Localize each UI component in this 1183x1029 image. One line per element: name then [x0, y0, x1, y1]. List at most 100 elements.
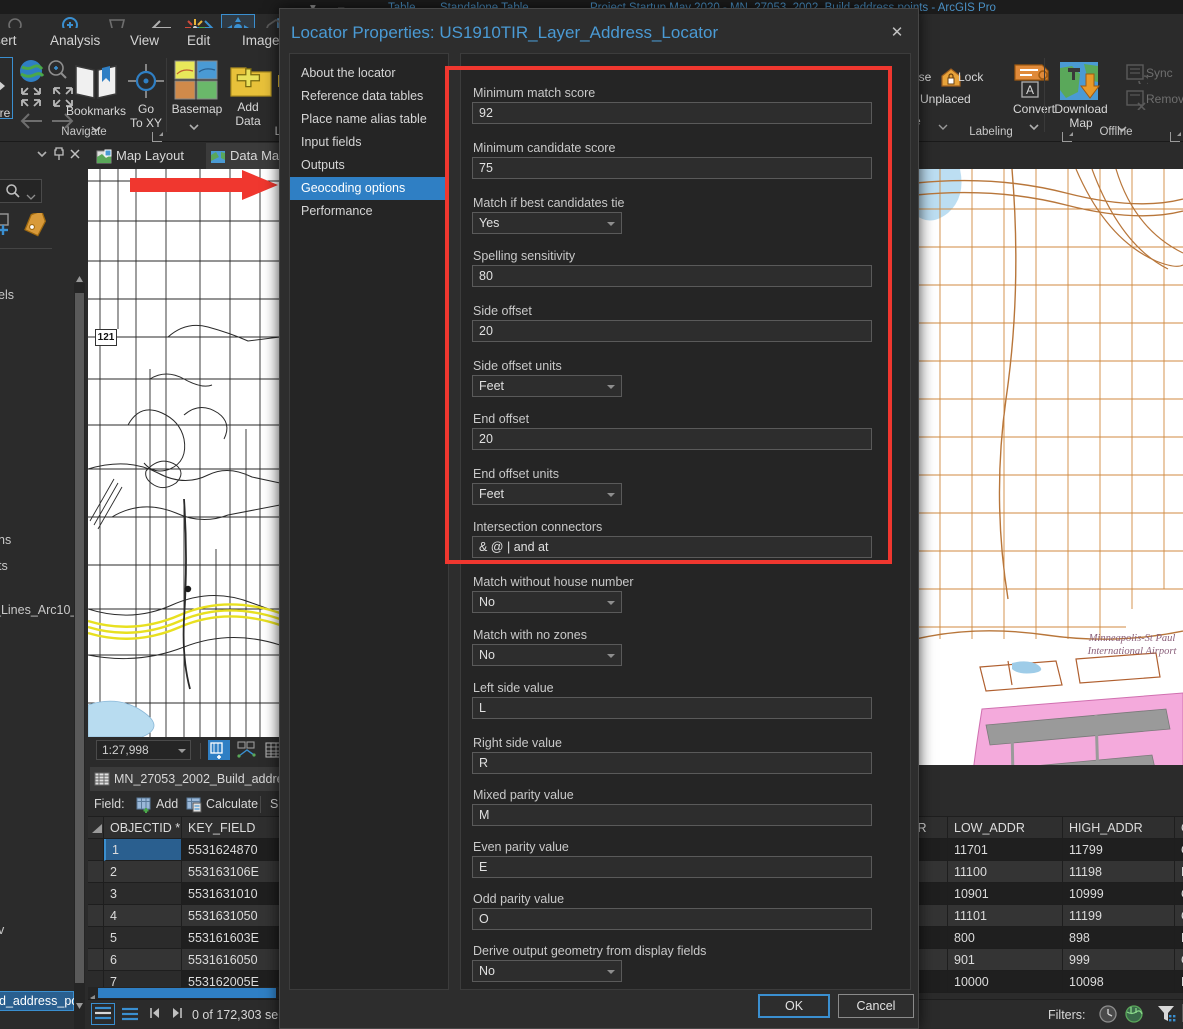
- column-header-key-field[interactable]: KEY_FIELD: [182, 817, 283, 839]
- label-tag-icon[interactable]: [23, 213, 47, 242]
- column-header-low-addr[interactable]: LOW_ADDR: [948, 817, 1063, 839]
- cell-low-addr[interactable]: 10000: [948, 971, 1063, 993]
- input-mixed-parity-value[interactable]: M: [472, 804, 872, 826]
- cell-objectid[interactable]: 2: [104, 861, 182, 883]
- layer-item-1[interactable]: ts: [0, 559, 8, 573]
- chevron-down-icon[interactable]: [607, 385, 615, 389]
- cell-objectid[interactable]: 3: [104, 883, 182, 905]
- chevron-down-icon[interactable]: [607, 601, 615, 605]
- basemap-caret-icon[interactable]: [188, 118, 200, 136]
- navigate-dialog-launcher[interactable]: [152, 132, 162, 142]
- selected-view-icon[interactable]: [120, 1005, 140, 1028]
- cell-odd[interactable]: O: [1175, 883, 1183, 905]
- row-marker[interactable]: [88, 949, 104, 971]
- row-marker[interactable]: [88, 905, 104, 927]
- cell-high-addr[interactable]: 10098: [1063, 971, 1175, 993]
- map-scale-combo[interactable]: 1:27,998: [96, 740, 191, 760]
- cell-odd[interactable]: O: [1175, 905, 1183, 927]
- range-filter-icon[interactable]: [1124, 1004, 1144, 1029]
- cell-odd[interactable]: E: [1175, 971, 1183, 993]
- cell-odd[interactable]: O: [1175, 839, 1183, 861]
- basemap-label[interactable]: Basemap: [166, 102, 228, 116]
- input-minimum-match-score[interactable]: 92: [472, 102, 872, 124]
- filter-funnel-icon[interactable]: [1156, 1004, 1178, 1029]
- cell-objectid[interactable]: 5: [104, 927, 182, 949]
- cell-key-field[interactable]: 5531616050: [182, 949, 283, 971]
- input-right-side-value[interactable]: R: [472, 752, 872, 774]
- nav-item-performance[interactable]: Performance: [290, 200, 448, 223]
- input-minimum-candidate-score[interactable]: 75: [472, 157, 872, 179]
- close-icon[interactable]: ✕: [886, 23, 908, 45]
- scroll-up-arrow-icon[interactable]: [75, 271, 84, 289]
- cell-key-field[interactable]: 5531624870: [182, 839, 283, 861]
- input-even-parity-value[interactable]: E: [472, 856, 872, 878]
- scrollbar-thumb[interactable]: [75, 293, 84, 983]
- input-odd-parity-value[interactable]: O: [472, 908, 872, 930]
- calculate-field-icon[interactable]: [186, 796, 203, 818]
- add-data-label[interactable]: Add Data: [224, 100, 272, 128]
- cell-key-field[interactable]: 553161603E: [182, 927, 283, 949]
- cell-low-addr[interactable]: 11101: [948, 905, 1063, 927]
- tab-imagery[interactable]: Image: [242, 28, 280, 54]
- cell-high-addr[interactable]: 11198: [1063, 861, 1175, 883]
- layer-item-2[interactable]: _Lines_Arc10_: [0, 603, 77, 617]
- ok-button[interactable]: OK: [758, 994, 830, 1018]
- tab-data-map[interactable]: Data Map: [206, 143, 286, 169]
- cell-key-field[interactable]: 5531631010: [182, 883, 283, 905]
- chevron-down-icon[interactable]: [607, 654, 615, 658]
- labeling-dialog-launcher[interactable]: [1062, 132, 1072, 142]
- row-marker[interactable]: [88, 861, 104, 883]
- cancel-button[interactable]: Cancel: [838, 994, 914, 1018]
- add-field-label[interactable]: Add: [156, 797, 178, 811]
- contents-pane-scrollbar[interactable]: [74, 283, 85, 1029]
- cell-high-addr[interactable]: 11799: [1063, 839, 1175, 861]
- cell-low-addr[interactable]: 11701: [948, 839, 1063, 861]
- search-caret-icon[interactable]: [26, 188, 36, 206]
- nav-item-place-name-alias-table[interactable]: Place name alias table: [290, 108, 448, 131]
- cell-low-addr[interactable]: 11100: [948, 861, 1063, 883]
- tab-analysis[interactable]: Analysis: [50, 28, 100, 54]
- cell-low-addr[interactable]: 901: [948, 949, 1063, 971]
- pane-menu-caret-icon[interactable]: [35, 147, 49, 166]
- nav-item-geocoding-options[interactable]: Geocoding options: [290, 177, 448, 200]
- combo-match-without-house-number[interactable]: No: [472, 591, 622, 613]
- row-marker[interactable]: [88, 839, 104, 861]
- cell-high-addr[interactable]: 898: [1063, 927, 1175, 949]
- cell-low-addr[interactable]: 800: [948, 927, 1063, 949]
- column-header-objectid[interactable]: OBJECTID *: [104, 817, 182, 839]
- combo-end-offset-units[interactable]: Feet: [472, 483, 622, 505]
- cell-high-addr[interactable]: 999: [1063, 949, 1175, 971]
- column-header-high-addr[interactable]: HIGH_ADDR: [1063, 817, 1175, 839]
- cell-objectid[interactable]: 1: [104, 839, 182, 861]
- select-by-rect-icon[interactable]: [208, 740, 230, 760]
- view-unplaced-label[interactable]: w Unplaced: [908, 92, 1004, 106]
- add-new-icon[interactable]: [0, 213, 18, 240]
- nav-item-outputs[interactable]: Outputs: [290, 154, 448, 177]
- tab-map-layout[interactable]: Map Layout: [92, 143, 184, 169]
- zoom-to-layer-icon[interactable]: [46, 58, 70, 89]
- offline-dialog-launcher[interactable]: [1170, 132, 1180, 142]
- first-record-icon[interactable]: [148, 1006, 162, 1025]
- close-pane-icon[interactable]: [68, 147, 82, 166]
- selected-layer-item[interactable]: d_address_po: [0, 991, 74, 1011]
- combo-match-if-best-candidates-tie[interactable]: Yes: [472, 212, 622, 234]
- pin-icon[interactable]: [52, 146, 66, 167]
- bookmarks-icon[interactable]: [72, 60, 120, 107]
- layer-item-3[interactable]: v: [0, 923, 4, 937]
- nav-item-reference-data-tables[interactable]: Reference data tables: [290, 85, 448, 108]
- calculate-field-label[interactable]: Calculate: [206, 797, 258, 811]
- cell-low-addr[interactable]: 10901: [948, 883, 1063, 905]
- nav-item-input-fields[interactable]: Input fields: [290, 131, 448, 154]
- cell-odd[interactable]: E: [1175, 861, 1183, 883]
- combo-match-with-no-zones[interactable]: No: [472, 644, 622, 666]
- convert-icon[interactable]: A: [1012, 60, 1052, 105]
- table-view-icon[interactable]: [92, 1004, 114, 1024]
- map-scale-caret-icon[interactable]: [178, 749, 186, 753]
- input-side-offset[interactable]: 20: [472, 320, 872, 342]
- input-end-offset[interactable]: 20: [472, 428, 872, 450]
- grid-corner-header[interactable]: [88, 817, 104, 839]
- next-record-icon[interactable]: [170, 1006, 184, 1025]
- layer-item-0[interactable]: ns: [0, 533, 11, 547]
- cell-objectid[interactable]: 4: [104, 905, 182, 927]
- cell-objectid[interactable]: 6: [104, 949, 182, 971]
